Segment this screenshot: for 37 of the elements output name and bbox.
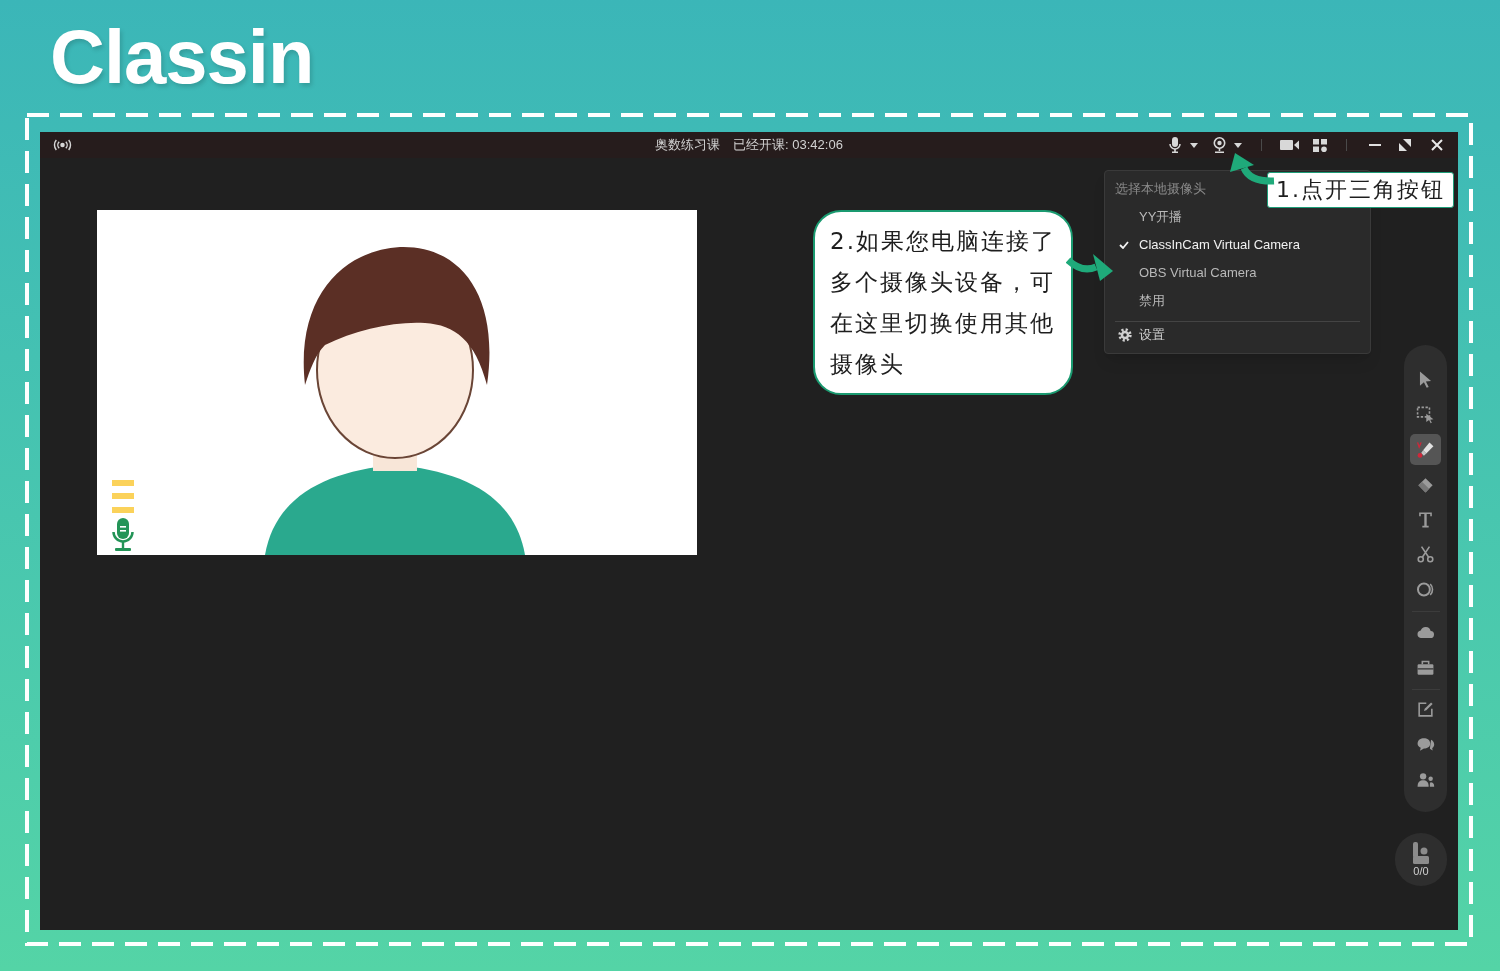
speech-bubble: 2.如果您电脑连接了多个摄像头设备，可在这里切换使用其他摄像头 xyxy=(813,210,1073,395)
users-icon xyxy=(1416,770,1435,789)
seat-icon xyxy=(1412,842,1430,864)
eraser-icon xyxy=(1416,475,1435,494)
microphone-icon[interactable] xyxy=(1169,137,1181,153)
menu-heading: 选择本地摄像头 xyxy=(1115,180,1206,198)
pointer-arrow xyxy=(1230,153,1275,185)
menu-item[interactable]: 禁用 xyxy=(1105,287,1370,315)
elapsed-time: 已经开课: 03:42:06 xyxy=(733,136,843,155)
broadcast-icon xyxy=(53,139,72,151)
volume-bars-icon xyxy=(112,480,134,513)
video-camera-icon[interactable] xyxy=(1280,139,1299,151)
webcam-icon[interactable] xyxy=(1213,137,1226,153)
check-icon xyxy=(1119,241,1129,249)
pen-icon xyxy=(1416,440,1435,459)
dashed-select-icon xyxy=(1416,405,1435,424)
menu-item[interactable]: OBS Virtual Camera xyxy=(1105,259,1370,287)
logo-text: Classin xyxy=(50,14,314,99)
scissors-icon xyxy=(1416,545,1435,564)
caret-icon[interactable] xyxy=(1234,142,1242,148)
pointer-arrow xyxy=(1066,254,1113,281)
expand-icon[interactable] xyxy=(1399,139,1411,151)
microphone-icon xyxy=(112,518,134,551)
circle-icon xyxy=(1416,580,1435,599)
text-t-icon xyxy=(1416,510,1435,529)
course-title: 奥数练习课 xyxy=(655,136,721,155)
gear-icon xyxy=(1118,328,1132,342)
seat-counter-button[interactable]: 0/0 xyxy=(1395,833,1447,886)
layout-grid-icon[interactable] xyxy=(1313,138,1327,152)
toolbox-icon xyxy=(1416,658,1435,677)
tool-button[interactable] xyxy=(1410,434,1441,465)
edit-icon xyxy=(1416,700,1435,719)
menu-item[interactable]: ClassInCam Virtual Camera xyxy=(1105,231,1370,259)
caret-icon[interactable] xyxy=(1190,142,1198,148)
callout-label: 1.点开三角按钮 xyxy=(1267,172,1454,208)
settings-menu-item[interactable]: 设置 xyxy=(1105,322,1370,348)
close-icon[interactable] xyxy=(1431,139,1443,151)
